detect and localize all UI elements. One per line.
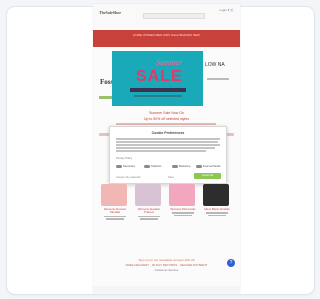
product-title[interactable]: Mens Black Sandals (203, 207, 231, 211)
checkbox-label: External Media (203, 165, 221, 169)
product-price-line (140, 218, 158, 220)
hero-title: SALE (136, 68, 183, 85)
product-image[interactable] (101, 184, 127, 206)
product-price-line (206, 212, 228, 214)
hero-banner[interactable]: Summer SALE (112, 51, 203, 106)
cookie-text-line (116, 144, 220, 146)
footer (93, 286, 240, 293)
checkbox-label: Necessary (123, 165, 136, 169)
nav-items[interactable]: HOME WOMEN MEN KIDS SALE BRANDS NEW (97, 33, 236, 38)
cookie-text-line (116, 150, 206, 152)
hero-subtitle-bar (130, 88, 186, 92)
promo-divider (116, 123, 216, 125)
product-title[interactable]: Womens Pink Heels (169, 207, 197, 211)
website-screenshot: TheSaleShoe Login ♥ 🛒 HOME WOMEN MEN KID… (93, 4, 240, 293)
privacy-link[interactable]: Privacy Policy (116, 157, 132, 160)
product-grid: Womens Summer Sandals Womens Sneaker Tra… (101, 184, 233, 242)
product-image[interactable] (169, 184, 195, 206)
product-card[interactable]: Womens Sneaker Trainers (135, 184, 163, 220)
toggle-icon (196, 165, 202, 168)
customer-service-text[interactable]: Customer Service (93, 268, 240, 273)
accept-all-button[interactable]: Accept all (194, 173, 221, 179)
hero-subtitle-line (134, 95, 182, 97)
site-logo[interactable]: TheSaleShoe (99, 10, 121, 15)
header-links[interactable]: Login ♥ 🛒 (219, 8, 234, 12)
hero-script-text: Summer (156, 58, 183, 67)
checkbox-statistics[interactable]: Statistics (144, 165, 161, 168)
checkbox-necessary[interactable]: Necessary (116, 165, 135, 168)
cookie-text-line (116, 138, 220, 140)
cookie-title: Cookie Preferences (151, 131, 185, 135)
help-button[interactable]: ? (227, 259, 235, 267)
site-header: TheSaleShoe Login ♥ 🛒 (93, 4, 240, 28)
cookie-consent-dialog: Cookie Preferences Privacy Policy Necess… (109, 126, 227, 184)
product-price-line (172, 212, 194, 214)
search-input[interactable] (143, 13, 205, 19)
checkbox-label: Statistics (151, 165, 162, 169)
promo-line-2: Up to 50% off selected styles (143, 117, 190, 121)
product-price-line (106, 218, 124, 220)
checkbox-marketing[interactable]: Marketing (172, 165, 190, 168)
product-title[interactable]: Womens Sneaker Trainers (135, 207, 163, 215)
product-card[interactable]: Mens Black Sandals (203, 184, 231, 217)
toggle-icon (172, 165, 178, 168)
toggle-icon (144, 165, 150, 168)
checkbox-label: Marketing (179, 165, 191, 169)
product-image[interactable] (203, 184, 229, 206)
product-price-line (208, 214, 226, 217)
hero-side-line (207, 78, 229, 80)
lower-section: Sign up for our newsletter and get 10% o… (93, 258, 240, 273)
product-card[interactable]: Womens Pink Heels (169, 184, 197, 217)
save-button[interactable]: Save (168, 176, 174, 179)
checkbox-external-media[interactable]: External Media (196, 165, 220, 168)
product-price-line (104, 215, 126, 218)
cookie-text-line (116, 141, 218, 143)
promo-line-1: Summer Sale Now On (149, 111, 184, 115)
cookie-text-line (116, 147, 215, 149)
hero-side-text: LOW NA (205, 62, 225, 68)
accept-essential-button[interactable]: Accept only essential (116, 176, 140, 179)
toggle-icon (116, 165, 122, 168)
product-price-line (138, 215, 160, 218)
product-image[interactable] (135, 184, 161, 206)
product-price-line (174, 214, 192, 217)
product-title[interactable]: Womens Summer Sandals (101, 207, 129, 215)
product-card[interactable]: Womens Summer Sandals (101, 184, 129, 220)
main-nav: HOME WOMEN MEN KIDS SALE BRANDS NEW (93, 30, 240, 47)
